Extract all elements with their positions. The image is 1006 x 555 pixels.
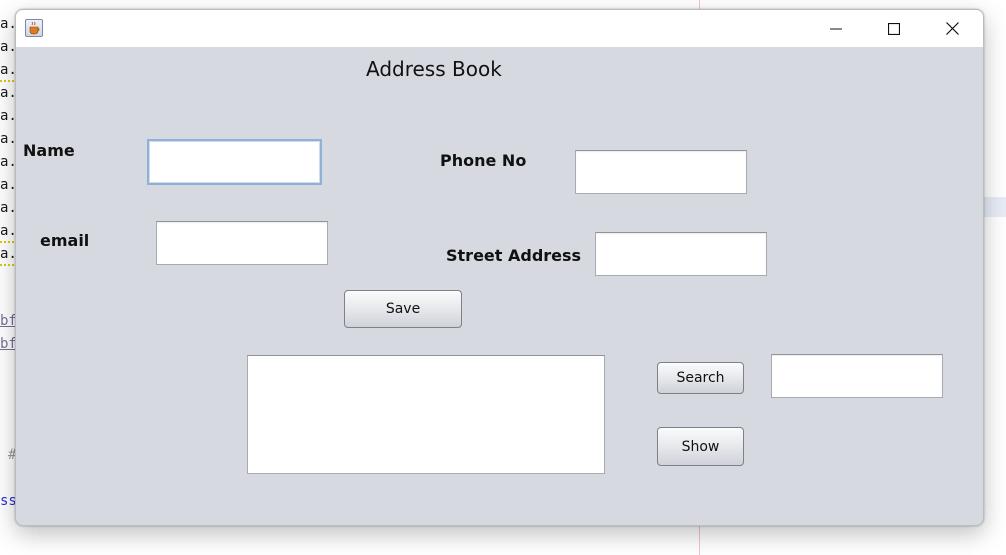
minimize-icon: [830, 28, 842, 29]
name-label: Name: [23, 141, 75, 160]
email-label: email: [40, 231, 90, 250]
name-field[interactable]: [147, 139, 322, 185]
email-field[interactable]: [156, 221, 328, 265]
street-address-field[interactable]: [595, 232, 767, 276]
phone-label: Phone No: [440, 151, 527, 170]
address-book-window: Address Book Name Phone No email Street …: [15, 9, 984, 526]
show-button[interactable]: Show: [657, 427, 744, 466]
street-address-label: Street Address: [446, 246, 582, 265]
save-button[interactable]: Save: [344, 290, 462, 328]
window-heading: Address Book: [366, 57, 502, 81]
minimize-button[interactable]: [813, 10, 859, 47]
search-field[interactable]: [771, 354, 943, 398]
title-bar[interactable]: [16, 10, 983, 47]
output-text-area[interactable]: [247, 355, 605, 474]
close-icon: [945, 22, 959, 35]
maximize-button[interactable]: [871, 10, 917, 47]
warning-underline: [0, 264, 14, 266]
maximize-icon: [888, 22, 900, 35]
warning-underline: [0, 80, 14, 82]
close-button[interactable]: [929, 10, 975, 47]
editor-line-highlight: [982, 197, 1006, 217]
warning-underline: [0, 241, 14, 243]
java-coffee-cup-icon[interactable]: [25, 19, 43, 37]
search-button[interactable]: Search: [657, 362, 744, 394]
phone-field[interactable]: [575, 150, 747, 194]
